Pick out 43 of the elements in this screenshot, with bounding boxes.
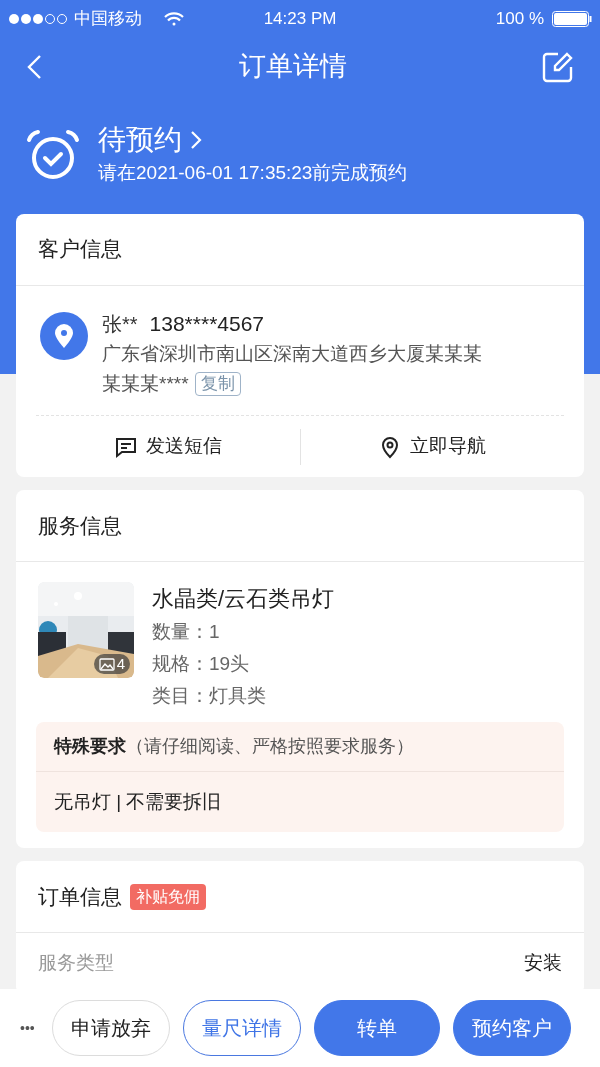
action-button[interactable]: 申请放弃 (51, 1000, 170, 1056)
section-title: 服务信息 (38, 512, 122, 539)
section-title: 订单信息 (38, 883, 122, 910)
product-name: 水晶类/云石类吊灯 (152, 585, 335, 613)
requirement-text: 无吊灯 | 不需要拆旧 (54, 789, 222, 814)
status-title[interactable]: 待预约 (98, 121, 182, 159)
signal-icon (8, 13, 68, 25)
page-title: 订单详情 (239, 50, 347, 84)
alarm-clock-icon (26, 127, 80, 182)
carrier-name: 中国移动 (74, 8, 142, 31)
battery-percent: 100 % (495, 8, 544, 31)
spec-value: 19头 (209, 652, 250, 676)
customer-address: 广东省深圳市南山区深南大道西乡大厦某某某 (102, 342, 482, 366)
back-icon[interactable] (26, 53, 44, 80)
row-value: 安装 (524, 951, 562, 975)
spec-label: 数量： (152, 620, 209, 644)
spec-value: 灯具类 (209, 684, 266, 708)
wifi-icon (164, 12, 184, 26)
contact-action[interactable]: 立即导航 (378, 432, 487, 461)
contact-action[interactable]: 发送短信 (113, 432, 222, 461)
requirement-hint: （请仔细阅读、严格按照要求服务） (126, 735, 414, 758)
tag: 补贴免佣 (130, 883, 206, 910)
customer-phone[interactable]: 138****4567 (149, 307, 265, 339)
action-button[interactable]: 量尺详情 (182, 1000, 301, 1056)
battery-icon (552, 11, 592, 27)
section-title: 客户信息 (38, 236, 122, 263)
customer-name: 张** (102, 311, 138, 337)
clock: 14:23 PM (262, 8, 338, 31)
action-button[interactable]: 预约客户 (452, 1000, 571, 1056)
chevron-right-icon[interactable] (190, 130, 202, 150)
spec-value: 1 (209, 620, 220, 644)
edit-icon[interactable] (542, 50, 574, 83)
photo-count-number: 4 (116, 654, 125, 674)
customer-address: 某某某**** (102, 372, 189, 396)
deadline-text: 请在2021-06-01 17:35:23前完成预约 (98, 161, 408, 185)
action-button[interactable]: 转单 (313, 1000, 440, 1056)
row-label: 服务类型 (38, 951, 114, 975)
spec-label: 规格： (152, 652, 209, 676)
image-icon (98, 657, 115, 671)
spec-label: 类目： (152, 684, 209, 708)
location-badge-icon (40, 311, 88, 360)
more-icon[interactable]: ••• (20, 1017, 35, 1039)
requirement-title: 特殊要求 (54, 735, 126, 758)
